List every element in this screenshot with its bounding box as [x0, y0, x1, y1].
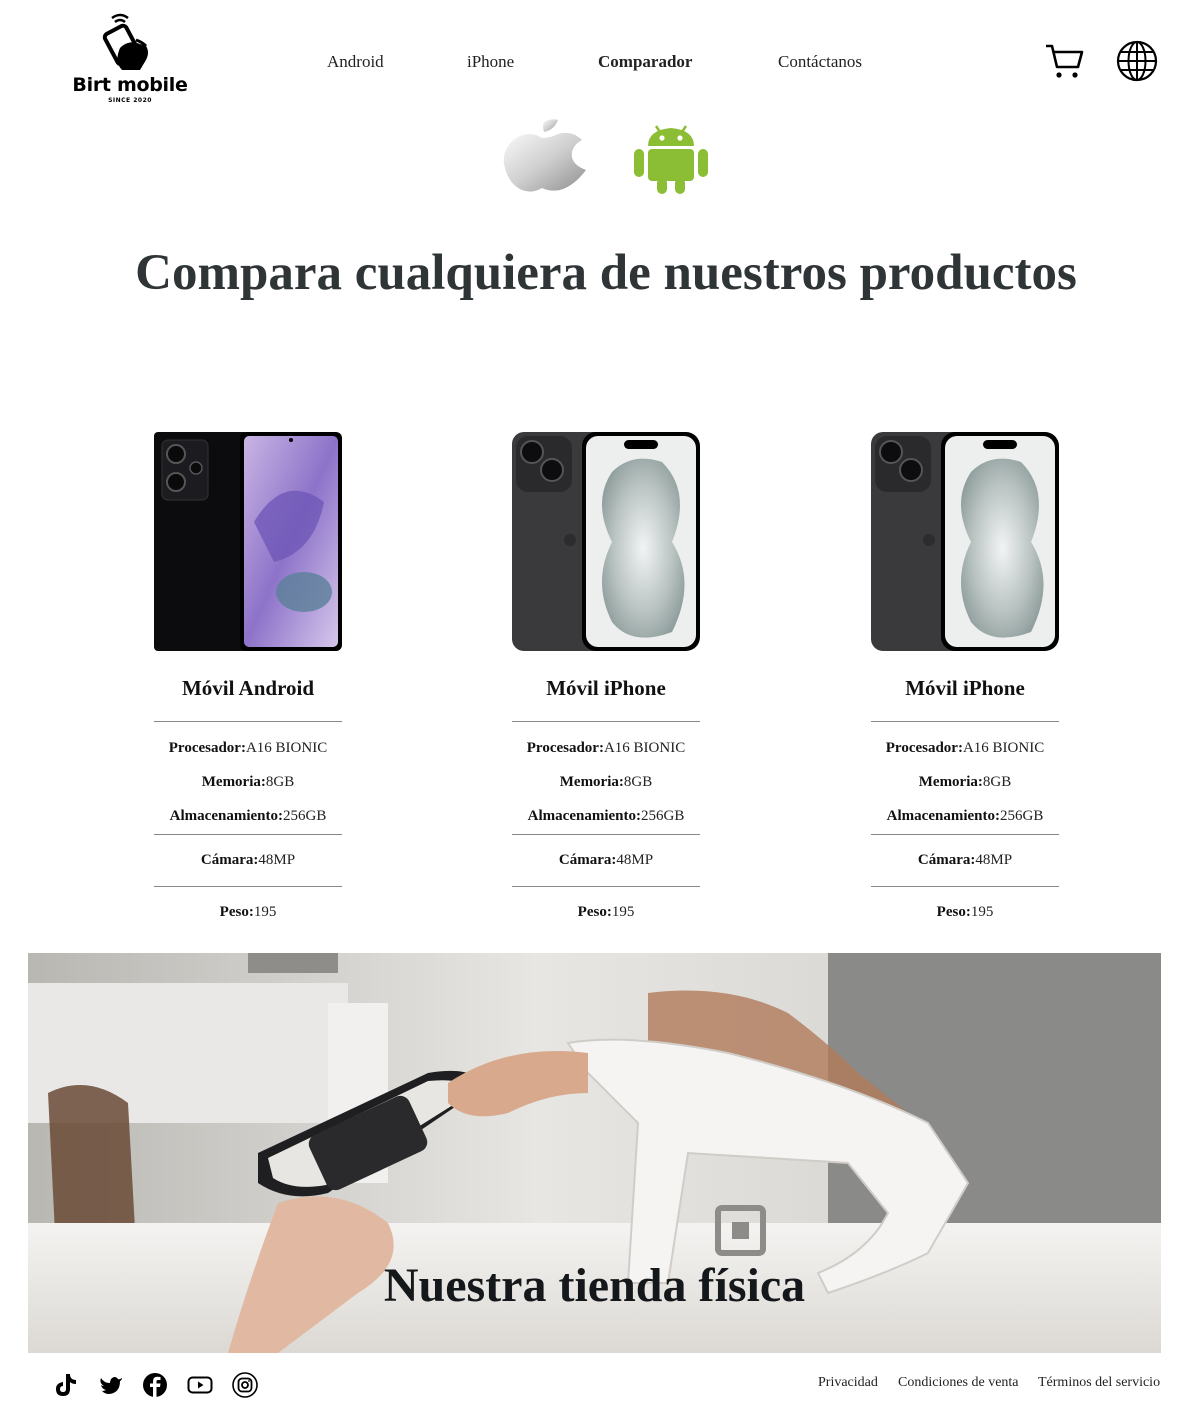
spec-weight: Peso:195 [936, 904, 994, 920]
spec-processor: Procesador:A16 BIONIC [168, 740, 328, 756]
product-card: Móvil iPhone Procesador:A16 BIONIC Memor… [512, 432, 700, 929]
spec-processor: Procesador:A16 BIONIC [526, 740, 686, 756]
footer-link-condiciones[interactable]: Condiciones de venta [898, 1375, 1019, 1391]
spec-camera: Cámara:48MP [200, 852, 296, 868]
apple-logo-icon[interactable] [500, 118, 588, 194]
iphone-image[interactable] [871, 432, 1059, 651]
spec-weight: Peso:195 [219, 904, 277, 920]
nav-link-android[interactable]: Android [327, 52, 384, 72]
product-title: Móvil iPhone [546, 676, 666, 700]
twitter-icon[interactable] [98, 1372, 124, 1398]
spec-storage: Almacenamiento:256GB [169, 808, 327, 824]
spec-storage: Almacenamiento:256GB [527, 808, 685, 824]
product-title: Móvil Android [181, 676, 315, 700]
store-banner: Nuestra tienda física [28, 953, 1161, 1353]
globe-icon[interactable] [1116, 40, 1158, 82]
spec-weight: Peso:195 [577, 904, 635, 920]
main-nav: Android iPhone Comparador Contáctanos [0, 52, 1192, 72]
cart-icon[interactable] [1044, 42, 1084, 80]
brand-name: Birt mobile [72, 74, 188, 96]
spec-memory: Memoria:8GB [201, 774, 295, 790]
iphone-image[interactable] [512, 432, 700, 651]
product-card: Móvil iPhone Procesador:A16 BIONIC Memor… [871, 432, 1059, 929]
tiktok-icon[interactable] [52, 1372, 78, 1398]
brand-since: SINCE 2020 [108, 97, 152, 104]
os-logos [0, 118, 1192, 196]
spec-memory: Memoria:8GB [559, 774, 653, 790]
spec-camera: Cámara:48MP [558, 852, 654, 868]
product-title: Móvil iPhone [905, 676, 1025, 700]
footer-link-terminos[interactable]: Términos del servicio [1038, 1375, 1160, 1391]
spec-processor: Procesador:A16 BIONIC [885, 740, 1045, 756]
facebook-icon[interactable] [142, 1372, 168, 1398]
spec-storage: Almacenamiento:256GB [886, 808, 1044, 824]
nav-link-iphone[interactable]: iPhone [467, 52, 514, 72]
spec-memory: Memoria:8GB [918, 774, 1012, 790]
nav-link-contactanos[interactable]: Contáctanos [778, 52, 862, 72]
spec-camera: Cámara:48MP [917, 852, 1013, 868]
android-phone-image[interactable] [154, 432, 342, 651]
instagram-icon[interactable] [232, 1372, 258, 1398]
android-logo-icon[interactable] [626, 122, 716, 194]
youtube-icon[interactable] [187, 1372, 213, 1398]
footer-link-privacidad[interactable]: Privacidad [818, 1375, 878, 1391]
product-card: Móvil Android Procesador:A16 BIONIC Memo… [154, 432, 342, 929]
banner-title: Nuestra tienda física [383, 1259, 806, 1312]
page-title: Compara cualquiera de nuestros productos [135, 245, 1077, 301]
nav-link-comparador[interactable]: Comparador [598, 52, 692, 72]
